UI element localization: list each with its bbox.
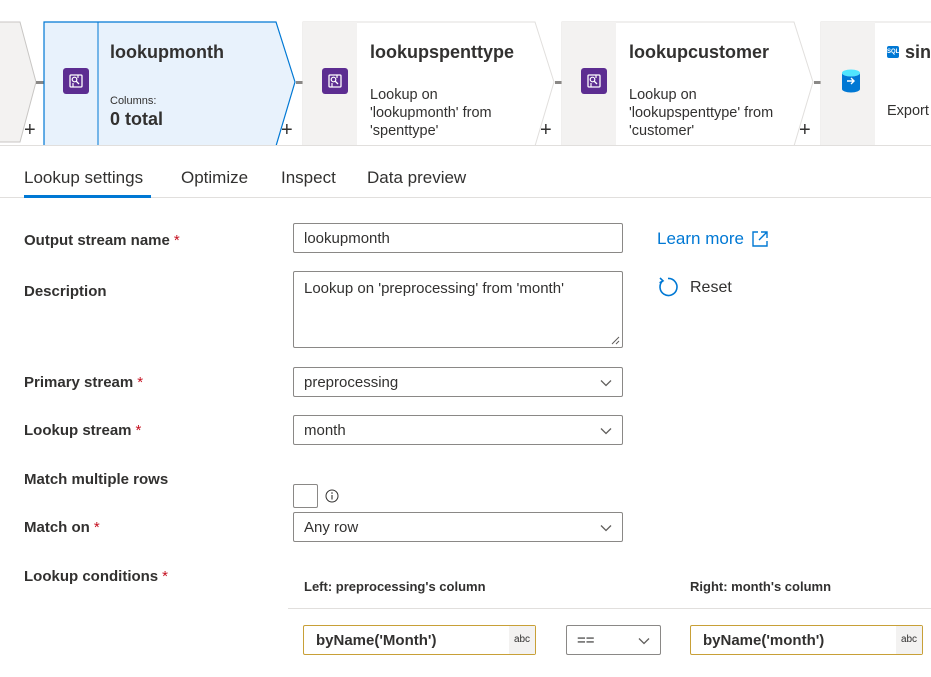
description-text: Lookup on 'preprocessing' from 'month' — [304, 280, 564, 297]
add-transform-button[interactable]: + — [540, 120, 552, 140]
required-marker: * — [137, 374, 144, 391]
reset-icon — [659, 277, 678, 297]
chevron-down-icon — [638, 638, 650, 645]
pipeline-node-sink[interactable]: sinl Export — [820, 21, 931, 145]
match-on-label: Match on * — [24, 519, 100, 536]
string-type-badge: abc — [509, 626, 535, 654]
required-marker: * — [93, 519, 100, 536]
external-link-icon[interactable] — [751, 230, 769, 248]
canvas-scroll-indicator[interactable] — [696, 145, 716, 146]
info-icon[interactable] — [325, 489, 339, 503]
add-transform-button[interactable]: + — [799, 120, 811, 140]
lookup-icon — [322, 68, 348, 94]
settings-tabs: Lookup settings Optimize Inspect Data pr… — [0, 160, 931, 198]
output-stream-name-input[interactable]: lookupmonth — [293, 223, 623, 253]
match-multiple-rows-label: Match multiple rows — [24, 471, 169, 488]
required-marker: * — [162, 568, 168, 585]
add-transform-button[interactable]: + — [281, 120, 293, 140]
node-columns-value: 0 total — [110, 109, 164, 129]
primary-stream-label: Primary stream * — [24, 374, 144, 391]
reset-label: Reset — [690, 279, 732, 296]
lookup-stream-select[interactable]: month — [293, 415, 623, 445]
sink-database-icon — [838, 68, 864, 94]
tab-lookup-settings[interactable]: Lookup settings — [24, 168, 143, 188]
conditions-divider — [288, 608, 931, 609]
sql-badge-icon: SQL — [887, 46, 899, 58]
left-column-header: Left: preprocessing's column — [304, 579, 486, 594]
node-description: Export — [887, 103, 929, 119]
node-title: lookupmonth — [110, 42, 224, 62]
left-expression-input[interactable]: byName('Month') abc — [303, 625, 536, 655]
pipeline-node-lookupmonth[interactable]: lookupmonth Columns: 0 total — [43, 21, 296, 145]
right-expression-input[interactable]: byName('month') abc — [690, 625, 923, 655]
lookup-stream-value: month — [304, 422, 346, 439]
learn-more-link[interactable]: Learn more — [657, 229, 744, 249]
node-columns-label: Columns: — [110, 95, 157, 107]
lookup-icon — [63, 68, 89, 94]
resize-grip-icon[interactable] — [611, 336, 620, 345]
tab-optimize[interactable]: Optimize — [181, 168, 248, 188]
description-textarea[interactable]: Lookup on 'preprocessing' from 'month' — [293, 271, 623, 348]
lookup-icon — [581, 68, 607, 94]
lookup-stream-label: Lookup stream * — [24, 422, 142, 439]
chevron-down-icon — [600, 380, 612, 387]
output-stream-name-label: Output stream name * — [24, 232, 180, 249]
right-expression-text: byName('month') — [703, 632, 825, 649]
match-on-value: Any row — [304, 519, 359, 536]
node-title: lookupcustomer — [629, 42, 770, 62]
node-title: sinl — [905, 42, 931, 62]
node-description: Lookup on 'lookupspenttype' from 'custom… — [629, 87, 774, 139]
active-tab-indicator — [24, 195, 151, 198]
primary-stream-select[interactable]: preprocessing — [293, 367, 623, 397]
add-transform-button[interactable]: + — [24, 120, 36, 140]
required-marker: * — [135, 422, 142, 439]
operator-select[interactable]: == — [566, 625, 661, 655]
left-expression-text: byName('Month') — [316, 632, 437, 649]
operator-value: == — [577, 632, 595, 649]
chevron-down-icon — [600, 525, 612, 532]
node-title: lookupspenttype — [370, 42, 515, 62]
pipeline-node-lookupspenttype[interactable]: lookupspenttype Lookup on 'lookupmonth' … — [302, 21, 555, 145]
node-description: Lookup on 'lookupmonth' from 'spenttype' — [370, 87, 492, 139]
tab-data-preview[interactable]: Data preview — [367, 168, 466, 188]
string-type-badge: abc — [896, 626, 922, 654]
primary-stream-value: preprocessing — [304, 374, 399, 391]
match-on-select[interactable]: Any row — [293, 512, 623, 542]
right-column-header: Right: month's column — [690, 579, 832, 594]
description-label: Description — [24, 283, 107, 300]
tab-inspect[interactable]: Inspect — [281, 168, 336, 188]
pipeline-node-lookupcustomer[interactable]: lookupcustomer Lookup on 'lookupspenttyp… — [561, 21, 814, 145]
match-multiple-rows-checkbox[interactable] — [293, 484, 318, 508]
pipeline-canvas: + lookupmonth Columns: 0 total + lookups… — [0, 0, 931, 146]
required-marker: * — [173, 232, 180, 249]
lookup-conditions-label: Lookup conditions * — [24, 568, 168, 585]
chevron-down-icon — [600, 428, 612, 435]
